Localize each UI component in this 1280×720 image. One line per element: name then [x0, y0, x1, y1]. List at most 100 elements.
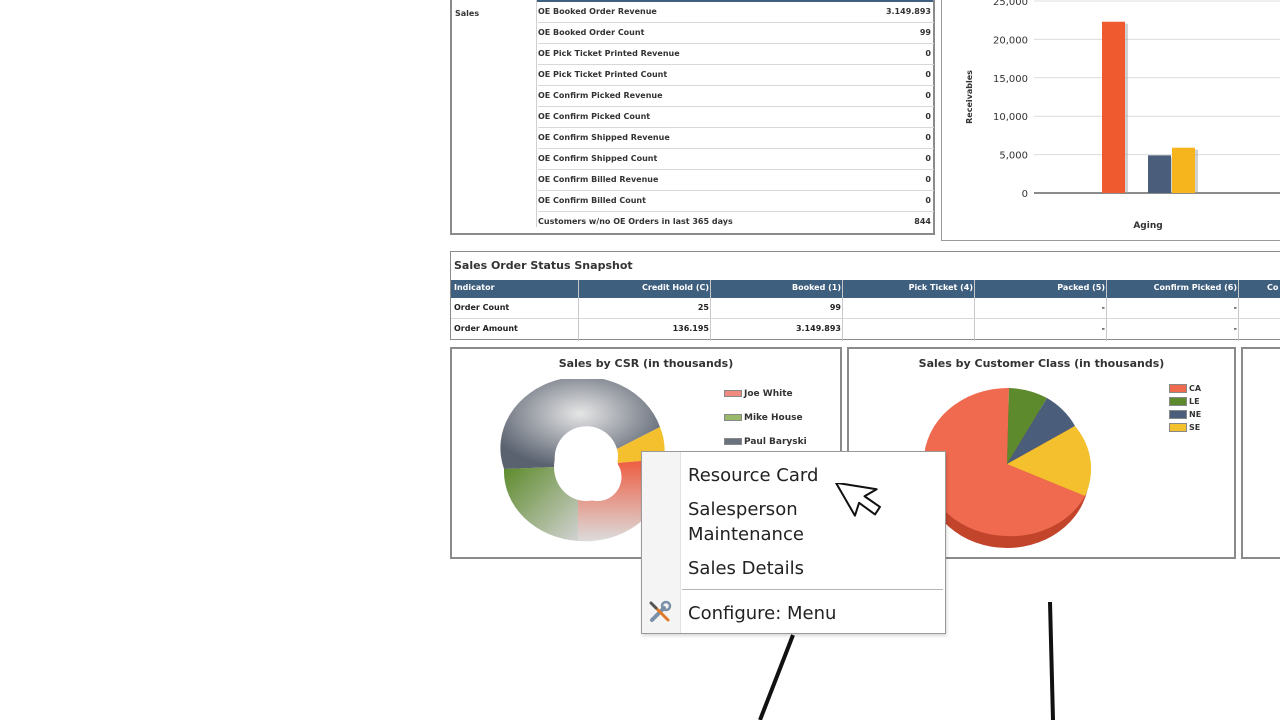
wrench-screwdriver-icon: [649, 600, 672, 622]
row-indicator: Order Amount: [454, 324, 518, 333]
menu-separator: [682, 589, 943, 590]
legend-swatch: [1169, 397, 1187, 406]
snapshot-header-row: Indicator Credit Hold (C) Booked (1) Pic…: [451, 280, 1280, 298]
cell-packed: -: [1101, 303, 1105, 312]
legend-label: Mike House: [744, 413, 803, 423]
legend-swatch: [1169, 423, 1187, 432]
customer-class-pie-chart[interactable]: [919, 384, 1099, 549]
row-label: OE Confirm Billed Revenue: [538, 175, 659, 184]
table-row[interactable]: Order Amount 136.195 3.149.893 - -: [451, 319, 1280, 339]
header-credit-hold[interactable]: Credit Hold (C): [642, 283, 709, 292]
table-row[interactable]: OE Pick Ticket Printed Count 0: [538, 64, 934, 86]
table-row[interactable]: Order Count 25 99 - -: [451, 298, 1280, 319]
third-chart-panel-partial: [1241, 347, 1280, 559]
table-row[interactable]: OE Booked Order Count 99: [538, 22, 934, 44]
menu-item-salesperson-maintenance[interactable]: Salesperson Maintenance: [688, 497, 838, 547]
row-label: OE Confirm Picked Revenue: [538, 91, 663, 100]
legend-label: SE: [1189, 423, 1201, 432]
header-packed[interactable]: Packed (5): [1057, 283, 1105, 292]
legend-item: LE: [1169, 397, 1200, 406]
row-label: OE Booked Order Revenue: [538, 7, 657, 16]
row-value: 99: [919, 28, 931, 37]
row-label: OE Pick Ticket Printed Count: [538, 70, 668, 79]
y-tick-label: 20,000: [993, 35, 1028, 46]
legend-item: Paul Baryski: [724, 437, 807, 447]
row-value: 3.149.893: [885, 7, 931, 16]
legend-swatch: [724, 390, 742, 397]
donut-hole: [554, 433, 618, 501]
legend-swatch: [1169, 410, 1187, 419]
mouse-pointer-icon: [834, 483, 881, 517]
row-value: 0: [925, 196, 931, 205]
column-divider: [536, 0, 537, 227]
pie-title: Sales by CSR (in thousands): [558, 357, 734, 370]
drawn-line-right: [1048, 601, 1055, 720]
legend-item: Joe White: [724, 389, 793, 399]
table-row[interactable]: Customers w/no OE Orders in last 365 day…: [538, 211, 934, 232]
y-tick-label: 10,000: [993, 112, 1028, 123]
table-row[interactable]: OE Pick Ticket Printed Revenue 0: [538, 43, 934, 65]
order-status-snapshot-panel: Sales Order Status Snapshot Indicator Cr…: [450, 251, 1280, 341]
legend-item: CA: [1169, 384, 1201, 393]
legend-label: Paul Baryski: [744, 437, 807, 447]
drawn-line-left: [758, 634, 795, 720]
x-axis-label: Aging: [1133, 221, 1162, 231]
y-tick-label: 25,000: [993, 0, 1028, 8]
bar[interactable]: [1172, 147, 1195, 193]
table-row[interactable]: OE Confirm Billed Count 0: [538, 190, 934, 212]
y-tick-label: 15,000: [993, 74, 1028, 85]
row-value: 0: [925, 154, 931, 163]
row-indicator: Order Count: [454, 303, 510, 312]
row-value: 0: [925, 70, 931, 79]
cell-booked: 3.149.893: [795, 324, 841, 333]
legend-swatch: [1169, 384, 1187, 393]
cell-confirm-picked: -: [1233, 324, 1237, 333]
legend-label: LE: [1189, 397, 1200, 406]
legend-label: Joe White: [744, 389, 793, 399]
legend-item: NE: [1169, 410, 1201, 419]
sales-kpi-panel: Sales OE Booked Order Revenue 3.149.893 O…: [450, 0, 935, 235]
y-axis-label: Receivables: [965, 70, 974, 124]
row-value: 844: [914, 217, 931, 226]
row-value: 0: [925, 112, 931, 121]
row-label: Customers w/no OE Orders in last 365 day…: [538, 217, 733, 226]
header-truncated[interactable]: Co: [1267, 283, 1278, 292]
table-row[interactable]: OE Confirm Billed Revenue 0: [538, 169, 934, 191]
row-label: OE Pick Ticket Printed Revenue: [538, 49, 680, 58]
header-confirm-picked[interactable]: Confirm Picked (6): [1154, 283, 1237, 292]
bar[interactable]: [1102, 21, 1125, 194]
table-row[interactable]: OE Confirm Picked Count 0: [538, 106, 934, 128]
table-row[interactable]: OE Booked Order Revenue 3.149.893: [538, 1, 934, 23]
legend-label: CA: [1189, 384, 1202, 393]
y-tick-labels: 0 5,000 10,000 15,000 20,000 25,000: [993, 0, 1028, 200]
row-value: 0: [925, 175, 931, 184]
menu-item-resource-card[interactable]: Resource Card: [688, 463, 818, 488]
row-value: 0: [925, 133, 931, 142]
y-tick-label: 0: [1022, 189, 1028, 200]
cell-packed: -: [1101, 324, 1105, 333]
pie-slices: [923, 387, 1092, 537]
legend-item: SE: [1169, 423, 1200, 432]
receivables-bar-chart: 0 5,000 10,000 15,000 20,000 25,000 Receivabl…: [965, 0, 1280, 231]
bar[interactable]: [1148, 155, 1171, 193]
table-row[interactable]: OE Confirm Shipped Count 0: [538, 148, 934, 170]
legend-swatch: [724, 414, 742, 421]
menu-item-sales-details[interactable]: Sales Details: [688, 556, 804, 581]
chart-bars: [1102, 21, 1198, 194]
group-label-sales: Sales: [455, 9, 480, 18]
row-label: OE Confirm Billed Count: [538, 196, 646, 205]
table-row[interactable]: OE Confirm Shipped Revenue 0: [538, 127, 934, 149]
header-booked[interactable]: Booked (1): [792, 283, 841, 292]
header-indicator[interactable]: Indicator: [454, 283, 495, 292]
pie-title: Sales by Customer Class (in thousands): [918, 357, 1165, 370]
cell-credit-hold: 25: [697, 303, 709, 312]
row-label: OE Confirm Picked Count: [538, 112, 651, 121]
snapshot-title: Sales Order Status Snapshot: [454, 259, 633, 272]
row-label: OE Confirm Shipped Revenue: [538, 133, 670, 142]
table-row[interactable]: OE Confirm Picked Revenue 0: [538, 85, 934, 107]
menu-item-configure-menu[interactable]: Configure: Menu: [688, 601, 836, 626]
cell-confirm-picked: -: [1233, 303, 1237, 312]
row-value: 0: [925, 91, 931, 100]
header-pick-ticket[interactable]: Pick Ticket (4): [909, 283, 973, 292]
legend-label: NE: [1189, 410, 1202, 419]
